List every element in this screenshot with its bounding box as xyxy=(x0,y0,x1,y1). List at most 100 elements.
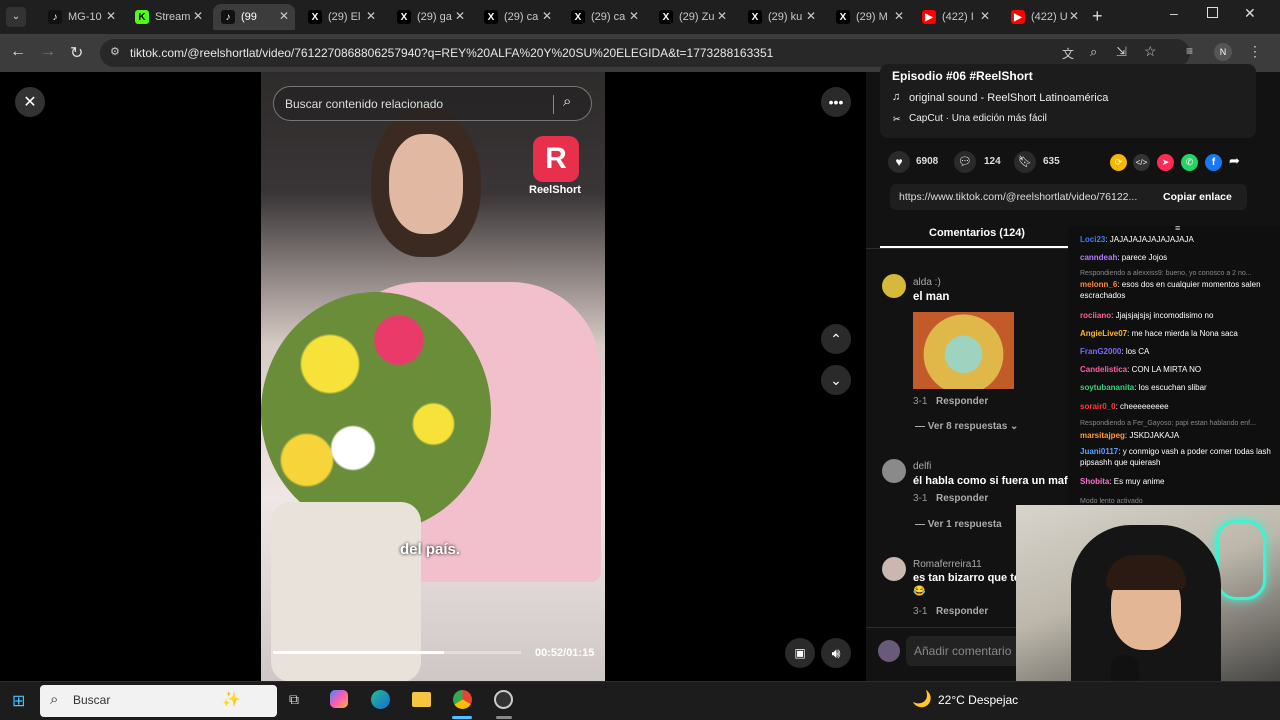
close-tab-icon[interactable]: ✕ xyxy=(717,9,727,23)
menu-kebab-icon[interactable]: ⋮ xyxy=(1248,43,1262,60)
related-search-box[interactable]: Buscar contenido relacionado ⌕ xyxy=(273,86,592,121)
reply-button[interactable]: Responder xyxy=(936,396,988,407)
chat-username[interactable]: AngieLive07 xyxy=(1080,329,1127,338)
chat-username[interactable]: soytubananita xyxy=(1080,383,1134,392)
facebook-icon[interactable]: f xyxy=(1205,154,1222,171)
task-view-icon[interactable]: ⧉ xyxy=(289,691,299,708)
back-arrow-icon[interactable]: ← xyxy=(10,43,26,61)
install-app-icon[interactable]: ⇲ xyxy=(1116,44,1127,60)
maximize-button[interactable] xyxy=(1207,7,1218,18)
close-tab-icon[interactable]: ✕ xyxy=(193,9,203,23)
close-tab-icon[interactable]: ✕ xyxy=(106,9,116,23)
obs-icon[interactable] xyxy=(494,690,513,709)
close-tab-icon[interactable]: ✕ xyxy=(542,9,552,23)
browser-tab[interactable]: ♪ (99 ✕ xyxy=(213,4,295,30)
reply-button[interactable]: Responder xyxy=(936,493,988,504)
chat-username[interactable]: marsitajpeg xyxy=(1080,431,1125,440)
like-heart-icon[interactable]: ♥ xyxy=(888,151,910,173)
comment-user[interactable]: Romaferreira11 xyxy=(913,559,982,570)
tab-comments[interactable]: Comentarios (124) xyxy=(880,222,1070,248)
chrome-icon[interactable] xyxy=(453,690,472,709)
chat-username[interactable]: Juani0117 xyxy=(1080,447,1118,456)
video-player[interactable]: R ReelShort del país. xyxy=(261,72,605,681)
copilot-icon[interactable] xyxy=(330,690,348,708)
new-tab-button[interactable]: + xyxy=(1092,6,1103,27)
media-control-icon[interactable]: ≡ xyxy=(1186,44,1193,58)
browser-tab[interactable]: X (29) ga ✕ xyxy=(389,4,471,30)
sound-name[interactable]: original sound - ReelShort Latinoamérica xyxy=(909,92,1108,104)
progress-track[interactable] xyxy=(273,651,521,654)
profile-avatar[interactable]: N xyxy=(1214,43,1232,61)
chat-username[interactable]: Candelistica xyxy=(1080,365,1127,374)
close-tab-icon[interactable]: ✕ xyxy=(894,9,904,23)
comment-user[interactable]: alda :) xyxy=(913,277,941,288)
reload-icon[interactable]: ↻ xyxy=(70,43,83,63)
chat-filter-icon[interactable]: ≡ xyxy=(1175,226,1180,233)
flower-bouquet xyxy=(261,292,491,532)
embed-icon[interactable]: </> xyxy=(1133,154,1150,171)
copy-link-button[interactable]: Copiar enlace xyxy=(1163,191,1232,203)
view-replies-button[interactable]: — Ver 1 respuesta xyxy=(915,519,1002,530)
browser-tab[interactable]: K Stream ✕ xyxy=(127,4,209,30)
minimize-button[interactable]: – xyxy=(1170,5,1178,21)
chat-username[interactable]: Shobita xyxy=(1080,477,1109,486)
chat-username[interactable]: rociiano xyxy=(1080,311,1111,320)
address-bar[interactable]: ⚙ tiktok.com/@reelshortlat/video/7612270… xyxy=(100,39,1190,67)
capcut-link[interactable]: CapCut · Una edición más fácil xyxy=(909,113,1047,124)
chat-username[interactable]: melonn_6 xyxy=(1080,280,1117,289)
share-arrow-icon[interactable]: ➦ xyxy=(1229,153,1240,169)
browser-tab[interactable]: ▶ (422) I ✕ xyxy=(914,4,996,30)
next-video-button[interactable]: ⌄ xyxy=(821,365,851,395)
close-tab-icon[interactable]: ✕ xyxy=(366,9,376,23)
chat-username[interactable]: canndeah xyxy=(1080,253,1117,262)
comment-user[interactable]: delfi xyxy=(913,461,931,472)
windows-start-icon[interactable]: ⊞ xyxy=(12,691,25,711)
volume-button[interactable]: 🔊︎ xyxy=(821,638,851,668)
taskbar-search-box[interactable]: ⌕ Buscar ✨ xyxy=(40,685,277,717)
edge-icon[interactable] xyxy=(371,690,390,709)
file-explorer-icon[interactable] xyxy=(412,692,431,707)
close-tab-icon[interactable]: ✕ xyxy=(279,9,289,23)
chat-username[interactable]: Loci23 xyxy=(1080,235,1105,244)
close-tab-icon[interactable]: ✕ xyxy=(455,9,465,23)
comment-gif-image[interactable] xyxy=(913,312,1014,389)
zoom-icon[interactable]: ⌕ xyxy=(1090,44,1097,60)
browser-tab[interactable]: X (29) ca ✕ xyxy=(563,4,645,30)
close-tab-icon[interactable]: ✕ xyxy=(806,9,816,23)
chat-username[interactable]: FranG2000 xyxy=(1080,347,1121,356)
comment-bubble-icon[interactable]: 💬︎ xyxy=(954,151,976,173)
site-info-icon[interactable]: ⚙ xyxy=(110,45,120,58)
browser-tab[interactable]: X (29) El ✕ xyxy=(300,4,382,30)
close-tab-icon[interactable]: ✕ xyxy=(629,9,639,23)
browser-tab[interactable]: X (29) ku ✕ xyxy=(740,4,822,30)
more-options-button[interactable]: ••• xyxy=(821,87,851,117)
chat-message: FranG2000: los CA xyxy=(1080,346,1275,357)
browser-tab[interactable]: X (29) ca ✕ xyxy=(476,4,558,30)
browser-tab[interactable]: X (29) Zu ✕ xyxy=(651,4,733,30)
close-video-button[interactable]: ✕ xyxy=(15,87,45,117)
chat-username[interactable]: sorair0_0 xyxy=(1080,402,1116,411)
tab-list-dropdown-button[interactable]: ⌄ xyxy=(6,7,26,27)
search-icon[interactable]: ⌕ xyxy=(563,93,571,110)
comment-avatar[interactable] xyxy=(882,274,906,298)
browser-tab[interactable]: ▶ (422) U ✕ xyxy=(1003,4,1085,30)
comment-avatar[interactable] xyxy=(882,459,906,483)
send-to-friends-icon[interactable]: ➤ xyxy=(1157,154,1174,171)
browser-tab[interactable]: ♪ MG-10 ✕ xyxy=(40,4,122,30)
reply-button[interactable]: Responder xyxy=(936,606,988,617)
close-window-button[interactable]: ✕ xyxy=(1244,5,1256,22)
whatsapp-icon[interactable]: ✆ xyxy=(1181,154,1198,171)
miniplayer-button[interactable]: ▣ xyxy=(785,638,815,668)
previous-video-button[interactable]: ⌃ xyxy=(821,324,851,354)
close-tab-icon[interactable]: ✕ xyxy=(980,9,990,23)
forward-arrow-icon[interactable]: → xyxy=(40,43,56,61)
browser-tab[interactable]: X (29) M ✕ xyxy=(828,4,910,30)
bookmark-star-icon[interactable]: ☆ xyxy=(1144,43,1157,60)
bookmark-icon[interactable]: 🔖︎ xyxy=(1014,151,1036,173)
view-replies-button[interactable]: — Ver 8 respuestas ⌄ xyxy=(915,421,1018,432)
repost-icon[interactable]: ⟳ xyxy=(1110,154,1127,171)
comment-avatar[interactable] xyxy=(882,557,906,581)
close-tab-icon[interactable]: ✕ xyxy=(1069,9,1079,23)
translate-icon[interactable]: 文 xyxy=(1062,45,1074,62)
search-input[interactable]: Buscar contenido relacionado xyxy=(285,97,443,111)
